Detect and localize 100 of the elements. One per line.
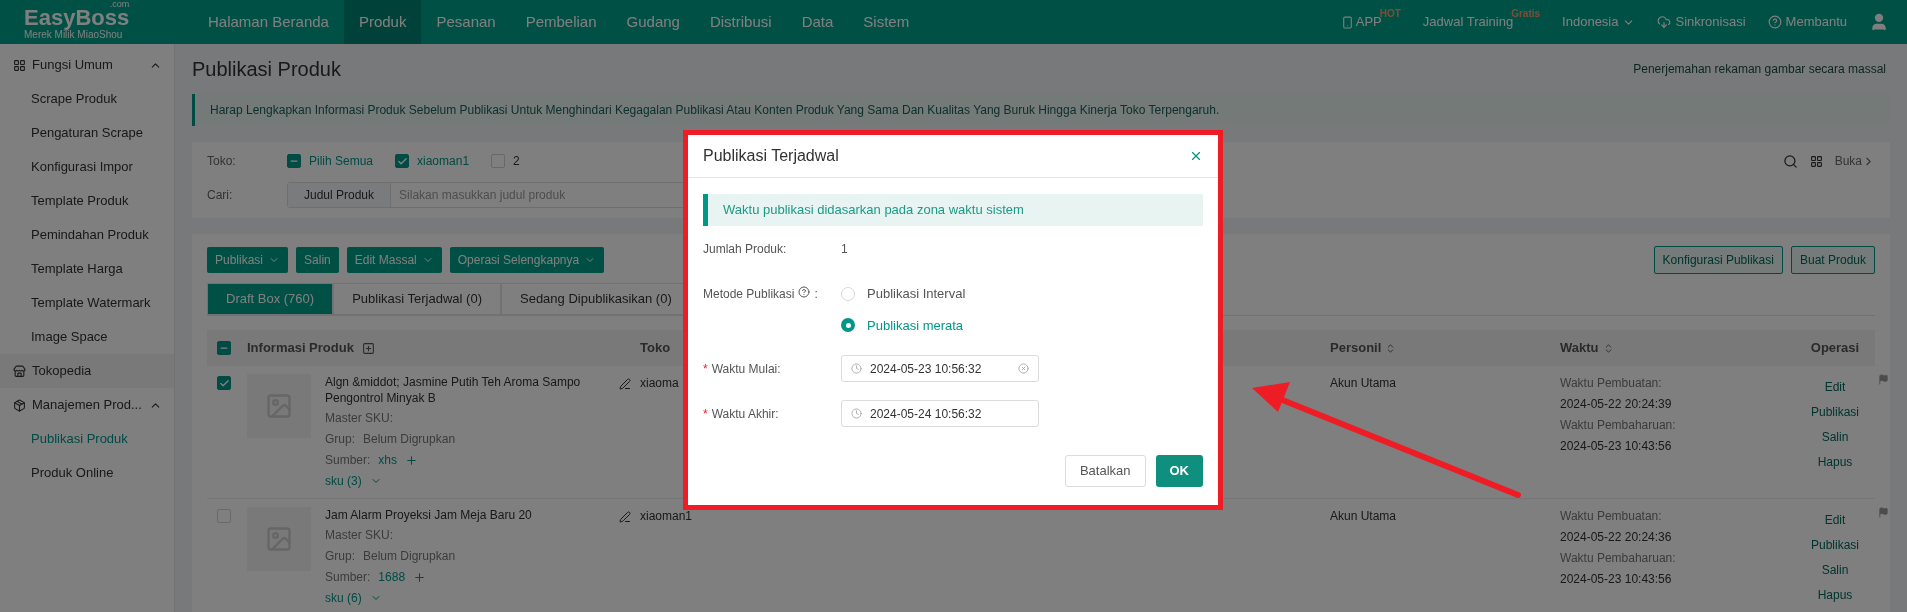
language-dropdown[interactable]: Indonesia: [1562, 12, 1636, 32]
radio-label: Publikasi Interval: [867, 285, 966, 303]
row-action-link[interactable]: Publikasi: [1811, 536, 1859, 554]
sidebar-item[interactable]: Konfigurasi Impor: [0, 150, 174, 184]
radio-button[interactable]: [841, 318, 855, 333]
group-value: Belum Digrupkan: [363, 548, 456, 565]
page-title: Publikasi Produk: [192, 57, 341, 82]
column-header: Personil: [1330, 338, 1560, 358]
grid-icon[interactable]: [1809, 154, 1823, 168]
nav-tab[interactable]: Pembelian: [510, 0, 612, 44]
user-icon[interactable]: [1869, 12, 1889, 32]
expand-icon[interactable]: [361, 341, 375, 355]
sync-link[interactable]: Sinkronisasi: [1657, 12, 1746, 32]
sidebar-item[interactable]: Pemindahan Produk: [0, 218, 174, 252]
action-button[interactable]: Salin: [296, 247, 339, 273]
clear-icon[interactable]: [1018, 363, 1029, 374]
nav-tab[interactable]: Sistem: [848, 0, 925, 44]
sidebar-item[interactable]: Produk Online: [0, 456, 174, 490]
row-action-link[interactable]: Edit: [1824, 511, 1846, 529]
checkbox[interactable]: [217, 341, 231, 355]
row-action-link[interactable]: Hapus: [1817, 586, 1853, 604]
sku-toggle[interactable]: sku (3): [325, 472, 605, 490]
source-label: Sumber:: [325, 569, 371, 586]
sidebar-item[interactable]: Image Space: [0, 320, 174, 354]
info-banner: Waktu publikasi didasarkan pada zona waktu sistem: [703, 194, 1203, 226]
logo-subtitle: Merek Milik MiaoShou: [24, 30, 123, 40]
nav-tab[interactable]: Data: [786, 0, 849, 44]
clock-icon: [851, 408, 862, 419]
edit-icon[interactable]: [619, 511, 631, 523]
time-value: 2024-05-23 10:43:56: [1560, 571, 1673, 588]
checkbox[interactable]: [395, 154, 410, 168]
sku-toggle[interactable]: sku (6): [325, 589, 605, 607]
sidebar-item[interactable]: Template Produk: [0, 184, 174, 218]
search-type-select[interactable]: Judul Produk: [288, 183, 392, 207]
group-label: Grup:: [325, 431, 355, 448]
sidebar-group[interactable]: Fungsi Umum: [0, 48, 174, 82]
time-value: 2024-05-22 20:24:39: [1560, 396, 1673, 413]
checkbox-label: xiaoman1: [417, 153, 470, 170]
row-action-link[interactable]: Publikasi: [1811, 403, 1859, 421]
help-icon[interactable]: [798, 286, 811, 298]
field-label: Jumlah Produk:: [703, 241, 788, 258]
row-action-link[interactable]: Edit: [1824, 378, 1846, 396]
product-title[interactable]: Algn &middot; Jasmine Putih Teh Aroma Sampo Pengontrol Minyak B: [325, 374, 605, 406]
checkbox[interactable]: [217, 376, 231, 390]
column-header: Waktu: [1560, 338, 1795, 358]
add-icon[interactable]: [413, 570, 427, 584]
cancel-button[interactable]: Batalkan: [1064, 455, 1146, 487]
row-action-link[interactable]: Salin: [1821, 561, 1849, 579]
radio-label: Publikasi merata: [867, 316, 964, 335]
help-link[interactable]: Membantu: [1767, 12, 1847, 32]
clock-icon: [851, 363, 862, 374]
nav-tab[interactable]: Distribusi: [694, 0, 787, 44]
action-button[interactable]: Publikasi: [207, 247, 289, 273]
store-cell: xiaoman1: [640, 509, 693, 523]
action-button[interactable]: Edit Massal: [346, 247, 442, 273]
sidebar-item[interactable]: Template Watermark: [0, 286, 174, 320]
outline-button[interactable]: Buat Produk: [1790, 246, 1875, 274]
sidebar-group[interactable]: Manajemen Prod...: [0, 388, 174, 422]
tab[interactable]: Draft Box (760): [207, 283, 334, 315]
source-label: Sumber:: [325, 452, 371, 469]
sidebar-item[interactable]: Template Harga: [0, 252, 174, 286]
modal-title: Publikasi Terjadwal: [703, 146, 839, 166]
sidebar-item[interactable]: Scrape Produk: [0, 82, 174, 116]
flag-icon[interactable]: [1878, 507, 1889, 518]
expand-link[interactable]: Buka: [1834, 152, 1875, 170]
check-icon: [396, 155, 408, 167]
sidebar-item[interactable]: Pengaturan Scrape: [0, 116, 174, 150]
sidebar-item[interactable]: Publikasi Produk: [0, 422, 174, 456]
ok-button[interactable]: OK: [1155, 455, 1203, 487]
group-value: Belum Digrupkan: [363, 431, 456, 448]
nav-tab[interactable]: Pesanan: [421, 0, 511, 44]
checkbox[interactable]: [287, 154, 301, 168]
search-icon[interactable]: [1782, 153, 1798, 169]
add-icon[interactable]: [405, 453, 419, 467]
source-value[interactable]: xhs: [378, 451, 398, 469]
time-value: 2024-05-22 20:24:36: [1560, 529, 1673, 546]
datetime-field[interactable]: 2024-05-23 10:56:32: [841, 355, 1039, 382]
outline-button[interactable]: Konfigurasi Publikasi: [1653, 246, 1783, 274]
bulk-translate-link[interactable]: Penerjemahan rekaman gambar secara massal: [1633, 60, 1890, 78]
row-action-link[interactable]: Hapus: [1817, 453, 1853, 471]
logo-suffix: .com: [109, 0, 130, 8]
tab[interactable]: Publikasi Terjadwal (0): [333, 283, 501, 315]
nav-tab[interactable]: Halaman Beranda: [193, 0, 344, 44]
time-label: Waktu Pembuatan:: [1560, 508, 1663, 525]
action-button[interactable]: Operasi Selengkapnya: [449, 247, 605, 273]
source-value[interactable]: 1688: [378, 568, 406, 586]
master-sku-label: Master SKU:: [325, 410, 394, 427]
field-label: Waktu Akhir:: [711, 405, 779, 423]
row-action-link[interactable]: Salin: [1821, 428, 1849, 446]
edit-icon[interactable]: [619, 378, 631, 390]
datetime-field[interactable]: 2024-05-24 10:56:32: [841, 400, 1039, 427]
sidebar-group[interactable]: Tokopedia: [0, 354, 174, 388]
flag-icon[interactable]: [1878, 374, 1889, 385]
time-label: Waktu Pembuatan:: [1560, 375, 1663, 392]
required-mark: *: [703, 360, 708, 378]
close-icon[interactable]: [1189, 149, 1203, 163]
product-title[interactable]: Jam Alarm Proyeksi Jam Meja Baru 20: [325, 507, 605, 523]
time-label: Waktu Pembaharuan:: [1560, 550, 1677, 567]
nav-tab[interactable]: Produk: [343, 0, 422, 44]
nav-tab[interactable]: Gudang: [611, 0, 695, 44]
